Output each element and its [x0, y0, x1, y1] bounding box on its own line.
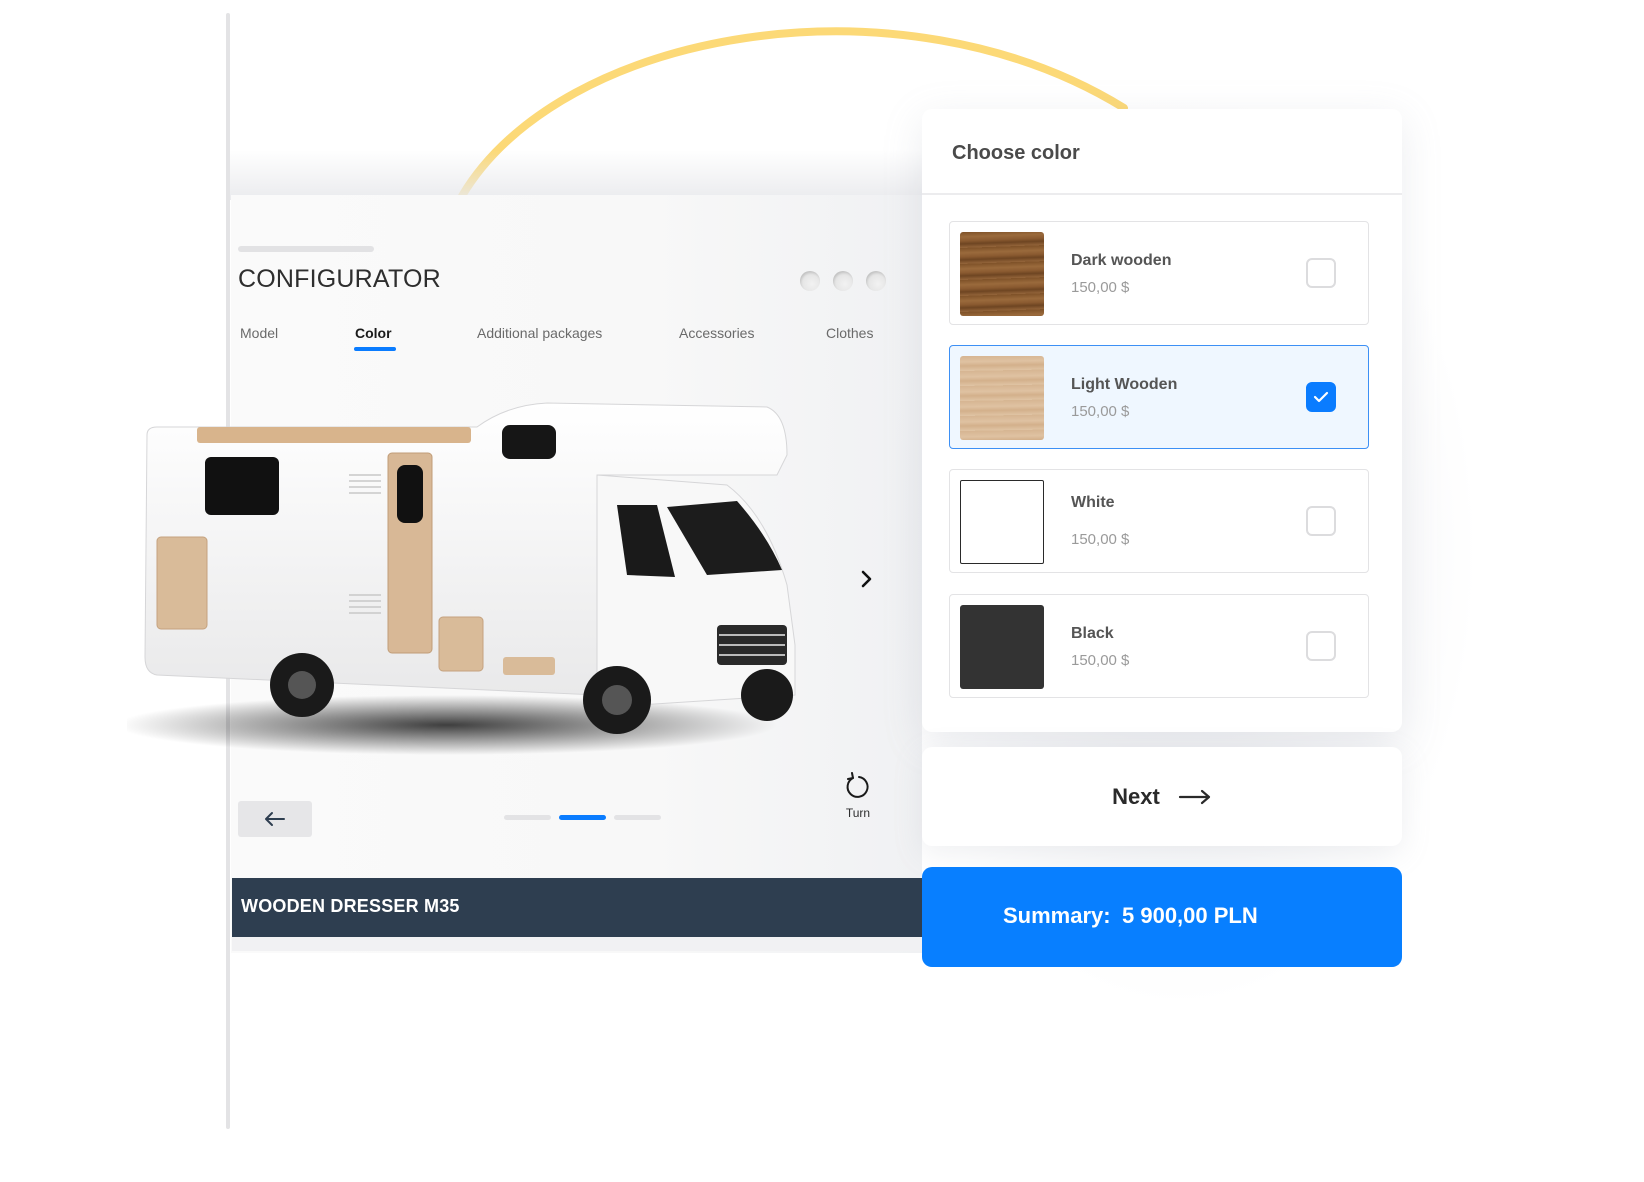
summary-button[interactable]: Summary: 5 900,00 PLN [922, 867, 1402, 967]
arrow-left-icon [265, 812, 285, 826]
color-option-light-wooden[interactable]: Light Wooden 150,00 $ [949, 345, 1369, 449]
color-option-black[interactable]: Black 150,00 $ [949, 594, 1369, 698]
swatch-black [960, 605, 1044, 689]
swatch-dark-wooden [960, 232, 1044, 316]
arrow-right-icon [1178, 789, 1210, 804]
chevron-right-icon [861, 570, 872, 588]
summary-value: 5 900,00 PLN [1122, 903, 1258, 928]
divider [922, 193, 1402, 195]
option-checkbox-checked[interactable] [1306, 382, 1336, 412]
panel-glow [230, 150, 930, 200]
card-footer-strip [232, 937, 922, 951]
tab-model[interactable]: Model [240, 325, 278, 341]
option-name: Black [1071, 625, 1114, 642]
turn-label: Turn [845, 806, 871, 820]
tab-color[interactable]: Color [355, 325, 392, 341]
page-title: CONFIGURATOR [238, 265, 441, 293]
product-name-bar: WOODEN DRESSER M35 [232, 878, 922, 937]
camper-image [127, 402, 796, 755]
tab-clothes[interactable]: Clothes [826, 325, 873, 341]
window-dot[interactable] [833, 271, 853, 291]
color-option-white[interactable]: White 150,00 $ [949, 469, 1369, 573]
option-name: Light Wooden [1071, 376, 1178, 393]
option-price: 150,00 $ [1071, 531, 1130, 548]
swatch-light-wooden [960, 356, 1044, 440]
option-checkbox[interactable] [1306, 631, 1336, 661]
back-button[interactable] [238, 801, 312, 837]
color-panel-heading: Choose color [952, 142, 1080, 164]
configurator-card: CONFIGURATOR Model Color Additional pack… [127, 195, 922, 953]
next-label: Next [1112, 783, 1160, 809]
active-tab-indicator [354, 347, 396, 351]
turn-button[interactable]: Turn [836, 772, 880, 820]
summary-label: Summary: [1003, 903, 1111, 928]
color-option-dark-wooden[interactable]: Dark wooden 150,00 $ [949, 221, 1369, 325]
color-panel: Choose color Dark wooden 150,00 $ Light … [922, 109, 1402, 732]
option-checkbox[interactable] [1306, 258, 1336, 288]
carousel-dot[interactable] [614, 815, 661, 820]
carousel-indicators [504, 815, 661, 820]
option-price: 150,00 $ [1071, 403, 1130, 420]
option-checkbox[interactable] [1306, 506, 1336, 536]
swatch-white [960, 480, 1044, 564]
tab-accessories[interactable]: Accessories [679, 325, 754, 341]
next-button[interactable]: Next [922, 747, 1402, 846]
option-name: Dark wooden [1071, 252, 1172, 269]
carousel-dot-active[interactable] [559, 815, 606, 820]
product-name: WOODEN DRESSER M35 [241, 896, 460, 916]
carousel-dot[interactable] [504, 815, 551, 820]
option-name: White [1071, 494, 1115, 511]
checkmark-icon [1313, 391, 1329, 403]
title-placeholder-bar [238, 246, 374, 252]
option-price: 150,00 $ [1071, 279, 1130, 296]
next-view-arrow[interactable] [853, 565, 881, 593]
window-dot[interactable] [800, 271, 820, 291]
option-price: 150,00 $ [1071, 652, 1130, 669]
rotate-icon [846, 772, 869, 798]
configurator-tabs: Model Color Additional packages Accessor… [231, 325, 922, 355]
tab-additional-packages[interactable]: Additional packages [477, 325, 602, 341]
window-dots [800, 271, 886, 291]
